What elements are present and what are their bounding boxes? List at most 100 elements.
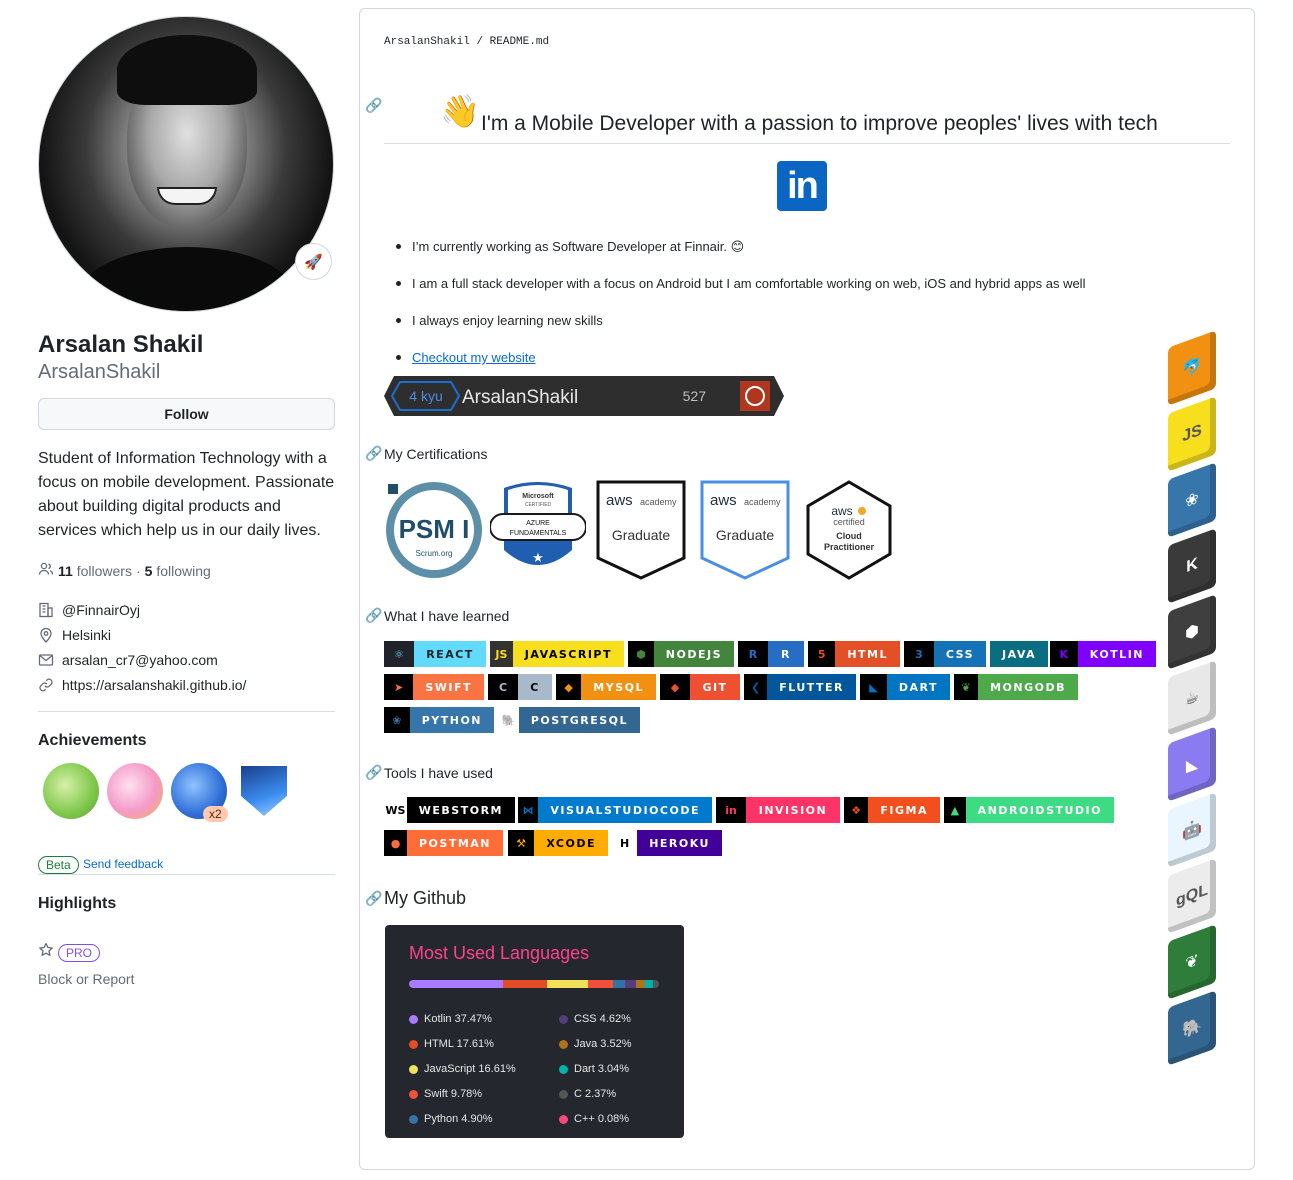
language-label: CSS 4.62% bbox=[574, 1013, 631, 1025]
follow-stats: 11 followers · 5 following bbox=[38, 561, 211, 580]
github-title: My Github bbox=[384, 888, 467, 908]
checkout-website-link[interactable]: Checkout my website bbox=[412, 350, 536, 365]
codewars-rank: 4 kyu bbox=[409, 388, 442, 404]
mongodb-icon: ❦ bbox=[1168, 924, 1216, 1000]
anchor-link-icon[interactable]: 🔗 bbox=[365, 97, 382, 114]
anchor-link-icon[interactable]: 🔗 bbox=[365, 607, 382, 624]
anchor-link-icon[interactable]: 🔗 bbox=[365, 890, 382, 907]
postgresql-icon: 🐘 bbox=[1168, 990, 1216, 1066]
follow-button[interactable]: Follow bbox=[38, 398, 335, 430]
company-link[interactable]: @FinnairOyj bbox=[62, 602, 140, 618]
tools-badge-label: VISUALSTUDIOCODE bbox=[538, 797, 712, 823]
language-item: C++ 0.08% bbox=[559, 1113, 629, 1125]
anchor-link-icon[interactable]: 🔗 bbox=[365, 764, 382, 781]
language-color-dot bbox=[409, 1014, 418, 1024]
postgresql-icon: 🐘 bbox=[498, 707, 519, 733]
achievements-title: Achievements bbox=[38, 732, 147, 749]
star-icon: ★ bbox=[532, 550, 544, 565]
c-icon: C bbox=[488, 674, 518, 700]
language-color-dot bbox=[559, 1014, 568, 1024]
star-icon bbox=[38, 942, 54, 963]
tools-badge-visualstudiocode: ⋈ VISUALSTUDIOCODE bbox=[518, 797, 712, 823]
learned-badge-javascript: JS JAVASCRIPT bbox=[490, 641, 624, 667]
language-item: CSS 4.62% bbox=[559, 1013, 631, 1025]
aws-graduate-blue-badge[interactable]: aws academy Graduate bbox=[700, 480, 790, 580]
aws-graduate-badge[interactable]: aws academy Graduate bbox=[596, 480, 686, 580]
language-label: Java 3.52% bbox=[574, 1038, 632, 1050]
website-link[interactable]: https://arsalanshakil.github.io/ bbox=[62, 677, 246, 693]
profile-location: Helsinki bbox=[38, 627, 111, 643]
learned-badge-label: CSS bbox=[933, 641, 986, 667]
language-item: C 2.37% bbox=[559, 1088, 616, 1100]
location-text: Helsinki bbox=[62, 627, 112, 643]
send-feedback-link[interactable]: Send feedback bbox=[83, 857, 163, 871]
tools-badge-label: HEROKU bbox=[637, 830, 722, 856]
learned-badge-java: JAVA bbox=[990, 641, 1049, 667]
aws-academy-text: academy bbox=[744, 497, 781, 507]
codewars-user: ArsalanShakil bbox=[462, 387, 578, 408]
block-or-report-link[interactable]: Block or Report bbox=[38, 971, 134, 987]
profile-email: arsalan_cr7@yahoo.com bbox=[38, 652, 218, 668]
learned-badge-label: HTML bbox=[835, 641, 900, 667]
learned-badge-label: MONGODB bbox=[978, 674, 1078, 700]
tools-badge-label: FIGMA bbox=[868, 797, 940, 823]
learned-badge-python: ❀ PYTHON bbox=[384, 707, 494, 733]
visualstudiocode-icon: ⋈ bbox=[518, 797, 539, 823]
dart-icon: ◣ bbox=[860, 674, 887, 700]
tools-badge-webstorm: WS WEBSTORM bbox=[384, 797, 515, 823]
list-item: I always enjoy learning new skills bbox=[396, 302, 1212, 339]
following-label: following bbox=[156, 562, 211, 579]
javascript-icon: JS bbox=[1168, 396, 1216, 472]
language-color-dot bbox=[559, 1089, 568, 1099]
set-status-rocket-icon[interactable]: 🚀 bbox=[295, 243, 332, 280]
tools-badge-invision: in INVISION bbox=[716, 797, 840, 823]
codewars-logo-icon bbox=[740, 381, 770, 411]
codewars-score: 527 bbox=[683, 388, 707, 404]
email-link[interactable]: arsalan_cr7@yahoo.com bbox=[62, 652, 218, 668]
breadcrumb-file: README.md bbox=[489, 36, 550, 48]
people-icon bbox=[38, 561, 54, 580]
tools-badge-androidstudio: ▲ ANDROIDSTUDIO bbox=[944, 797, 1114, 823]
psm-org: Scrum.org bbox=[416, 549, 453, 558]
profile-avatar[interactable] bbox=[38, 16, 334, 312]
list-item: I’m currently working as Software Develo… bbox=[396, 228, 1212, 265]
html-icon: 5 bbox=[808, 641, 836, 667]
azure-name-1: AZURE bbox=[526, 520, 550, 527]
azure-certified: CERTIFIED bbox=[525, 502, 552, 508]
kotlin-icon: K bbox=[1168, 528, 1216, 604]
azure-certification-badge[interactable]: Microsoft CERTIFIED AZURE FUNDAMENTALS ★ bbox=[490, 480, 586, 580]
mysql-icon: 🐬 bbox=[1168, 330, 1216, 406]
following-link[interactable]: 5 following bbox=[145, 563, 211, 579]
link-icon bbox=[38, 677, 54, 693]
language-bar-segment bbox=[624, 980, 637, 988]
linkedin-icon[interactable]: in bbox=[777, 161, 827, 211]
nodejs-icon: ⬢ bbox=[628, 641, 654, 667]
language-bar-segment bbox=[612, 980, 625, 988]
azure-microsoft: Microsoft bbox=[522, 493, 554, 500]
figma-icon: ❖ bbox=[844, 797, 869, 823]
learned-badge-dart: ◣ DART bbox=[860, 674, 950, 700]
language-item: Java 3.52% bbox=[559, 1038, 631, 1050]
psm-certification-badge[interactable]: PSM I Scrum.org bbox=[384, 480, 484, 580]
nodejs-icon: ⬢ bbox=[1168, 594, 1216, 670]
codewars-badge[interactable]: 4 kyu ArsalanShakil 527 bbox=[384, 376, 784, 416]
anchor-link-icon[interactable]: 🔗 bbox=[365, 445, 382, 462]
learned-badge-label: PYTHON bbox=[409, 707, 494, 733]
pair-extraordinaire-achievement[interactable] bbox=[43, 763, 99, 819]
language-label: C 2.37% bbox=[574, 1088, 617, 1100]
javascript-icon: JS bbox=[490, 641, 513, 667]
arctic-code-vault-achievement[interactable] bbox=[241, 766, 287, 816]
readme-panel: ArsalanShakil / README.md 🔗 👋 I'm a Mobi… bbox=[359, 8, 1255, 1170]
r-icon: R bbox=[738, 641, 768, 667]
breadcrumb-user[interactable]: ArsalanShakil bbox=[384, 36, 470, 48]
yolo-achievement[interactable] bbox=[107, 763, 163, 819]
azure-name-2: FUNDAMENTALS bbox=[510, 530, 567, 537]
followers-link[interactable]: 11 followers bbox=[58, 563, 132, 579]
aws-cloud-practitioner-badge[interactable]: aws certified Cloud Practitioner bbox=[804, 480, 894, 580]
aws-logo-text: aws bbox=[710, 492, 737, 509]
css-icon: 3 bbox=[904, 641, 934, 667]
profile-bio: Student of Information Technology with a… bbox=[38, 450, 335, 539]
certifications-title: My Certifications bbox=[384, 446, 488, 462]
android-icon: 🤖 bbox=[1168, 792, 1216, 868]
learned-badge-flutter: ❮ FLUTTER bbox=[744, 674, 856, 700]
